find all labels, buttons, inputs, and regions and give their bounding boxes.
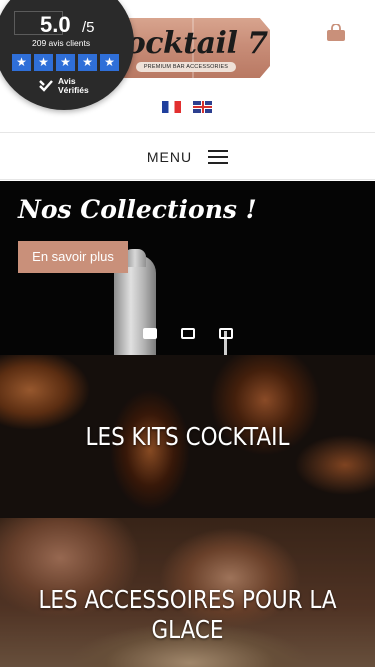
category-tile-ice[interactable]: LES ACCESSOIRES POUR LA GLACE — [0, 518, 375, 667]
hamburger-icon[interactable] — [208, 149, 229, 164]
slider-dot-3[interactable] — [219, 328, 233, 339]
star-icon: ★ — [34, 54, 53, 71]
star-icon: ★ — [12, 54, 31, 71]
slider-dots — [143, 328, 233, 339]
hero-title: Nos Collections ! — [18, 195, 257, 224]
flag-fr-icon[interactable] — [162, 101, 181, 113]
rating-max: /5 — [82, 19, 95, 36]
verified-line2: Vérifiés — [58, 85, 89, 95]
slider-dot-1[interactable] — [143, 328, 157, 339]
shopping-bag-icon[interactable] — [326, 24, 346, 42]
menu-toggle[interactable]: MENU — [0, 134, 375, 180]
rating-count: 209 avis clients — [32, 38, 91, 48]
star-icon: ★ — [78, 54, 97, 71]
rating-stars: ★ ★ ★ ★ ★ — [12, 54, 119, 71]
star-icon: ★ — [56, 54, 75, 71]
verified-brand: Avis Vérifiés — [38, 77, 89, 95]
slider-dot-2[interactable] — [181, 328, 195, 339]
menu-label: MENU — [146, 148, 193, 165]
star-icon: ★ — [100, 54, 119, 71]
category-title: LES KITS COCKTAIL — [85, 422, 290, 451]
category-tile-kits[interactable]: LES KITS COCKTAIL — [0, 355, 375, 518]
flag-uk-icon[interactable] — [193, 101, 212, 113]
category-title: LES ACCESSOIRES POUR LA GLACE — [38, 585, 337, 644]
language-switcher — [162, 101, 212, 113]
learn-more-button[interactable]: En savoir plus — [18, 241, 128, 273]
hero-slider: Nos Collections ! En savoir plus — [0, 181, 375, 355]
logo-tagline: PREMIUM BAR ACCESSORIES — [136, 62, 236, 72]
verified-reviews-icon — [39, 80, 53, 92]
rating-score: 5.0 — [40, 12, 71, 37]
